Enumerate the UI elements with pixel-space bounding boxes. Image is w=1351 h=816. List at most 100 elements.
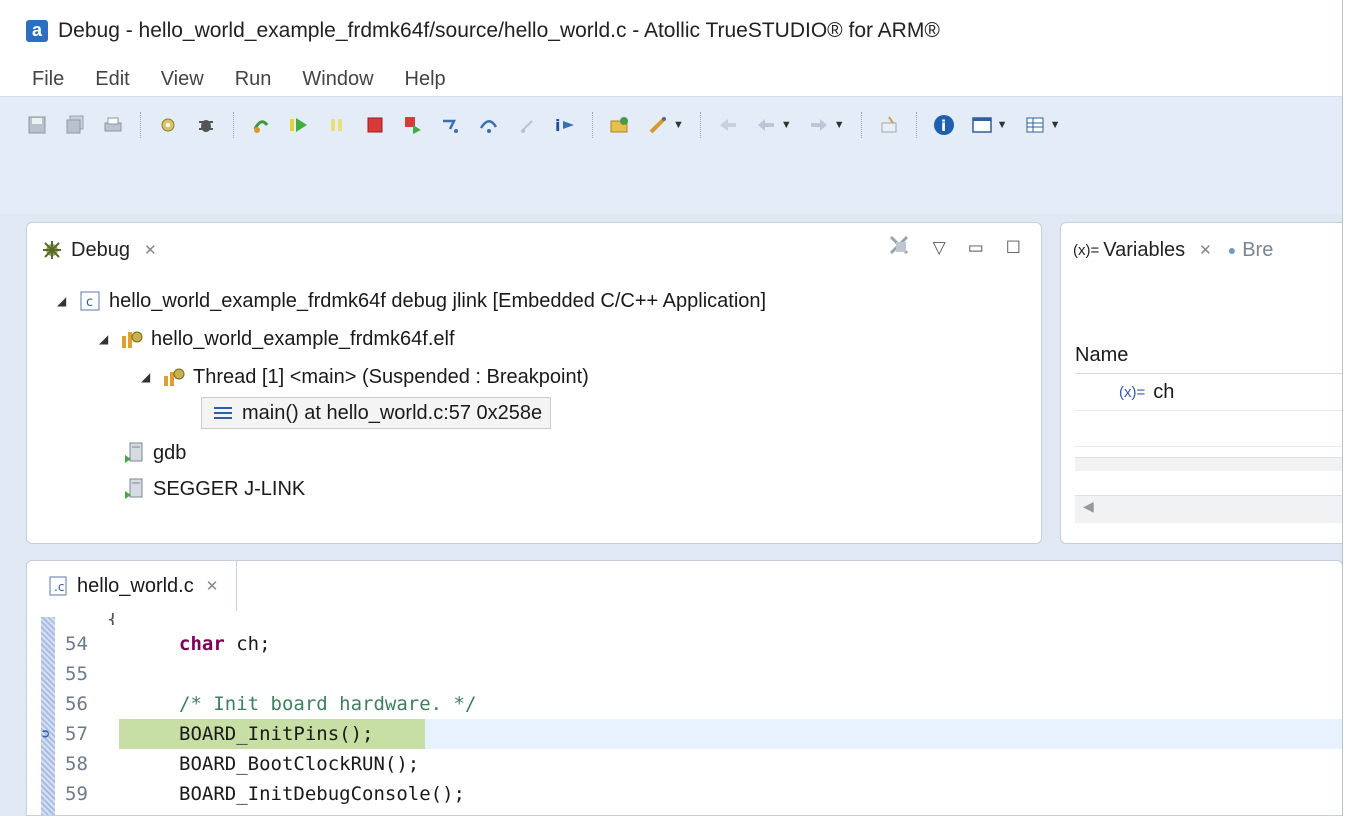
tree-elf[interactable]: ◢ hello_world_example_frdmk64f.elf — [99, 321, 455, 357]
variable-name: ch — [1153, 381, 1175, 403]
tab-variables[interactable]: (x)= Variables ✕ — [1073, 239, 1212, 262]
instruction-pointer-icon: ➲ — [41, 725, 51, 743]
open-project-icon[interactable] — [609, 114, 631, 136]
close-icon[interactable]: ✕ — [206, 577, 219, 595]
gdb-label: gdb — [153, 441, 187, 464]
terminate-icon[interactable] — [364, 114, 386, 136]
save-all-icon[interactable] — [64, 114, 86, 136]
info-icon[interactable]: i — [933, 114, 955, 136]
expand-triangle-icon[interactable]: ◢ — [99, 332, 119, 346]
bug-icon[interactable] — [195, 114, 217, 136]
step-return-icon[interactable] — [516, 114, 538, 136]
chevron-down-icon[interactable]: ▼ — [834, 119, 845, 131]
view-menu-icon[interactable]: ▽ — [933, 238, 946, 258]
jlink-label: SEGGER J-LINK — [153, 477, 306, 500]
save-icon[interactable] — [26, 114, 48, 136]
main-toolbar: i ▼ ▼ ▼ i ▼ ▼ — [0, 96, 1342, 214]
tab-breakpoints-label: Bre — [1242, 238, 1274, 261]
svg-text:c: c — [86, 295, 93, 310]
line-number: 57 — [65, 723, 88, 745]
c-file-icon: .c — [45, 574, 71, 598]
debug-config-icon[interactable] — [157, 114, 179, 136]
close-icon[interactable]: ✕ — [1199, 241, 1212, 259]
tab-hello-world-c[interactable]: .c hello_world.c ✕ — [27, 561, 238, 611]
tab-variables-label: Variables — [1103, 238, 1186, 261]
tree-jlink[interactable]: SEGGER J-LINK — [121, 471, 305, 507]
code-line[interactable]: 56 /* Init board hardware. */ — [27, 689, 1342, 719]
pin-icon[interactable] — [878, 114, 900, 136]
variables-header-name[interactable]: Name — [1075, 338, 1342, 374]
disconnect-icon[interactable] — [402, 114, 424, 136]
step-into-icon[interactable] — [440, 114, 462, 136]
tree-gdb[interactable]: gdb — [121, 435, 186, 471]
code-comment: /* Init board hardware. */ — [179, 693, 477, 715]
c-launch-icon: c — [77, 289, 103, 313]
grid-icon[interactable] — [1024, 114, 1046, 136]
expand-triangle-icon[interactable]: ◢ — [141, 370, 161, 384]
launch-label: hello_world_example_frdmk64f debug jlink… — [109, 289, 767, 312]
code-text: BOARD_BootClockRUN(); — [179, 753, 420, 775]
close-icon[interactable]: ✕ — [144, 241, 157, 259]
minimize-icon[interactable]: ▭ — [968, 238, 984, 258]
atollic-app-icon: a — [26, 20, 48, 42]
code-line-current[interactable]: ➲ 57 BOARD_InitPins(); — [27, 719, 1342, 749]
horizontal-scrollbar[interactable]: ◀ — [1075, 495, 1342, 523]
suspend-icon[interactable] — [326, 114, 348, 136]
tree-thread[interactable]: ◢ Thread [1] <main> (Suspended : Breakpo… — [141, 359, 589, 395]
debug-view-tools: ▽ ▭ ☐ — [865, 233, 1021, 262]
toolbar-separator — [915, 112, 917, 138]
tab-breakpoints[interactable]: ● Bre — [1228, 239, 1274, 262]
toolbar-row: i ▼ ▼ ▼ i ▼ ▼ — [26, 107, 1076, 143]
menu-run[interactable]: Run — [235, 68, 272, 91]
menu-file[interactable]: File — [32, 68, 64, 91]
line-number: 56 — [65, 693, 88, 715]
forward-icon[interactable] — [808, 114, 830, 136]
skip-breakpoints-icon[interactable] — [250, 114, 272, 136]
tree-launch[interactable]: ◢ c hello_world_example_frdmk64f debug j… — [57, 283, 766, 319]
code-keyword: char — [179, 633, 225, 655]
chevron-down-icon[interactable]: ▼ — [1050, 119, 1061, 131]
svg-text:.c: .c — [54, 580, 64, 594]
breakpoints-icon: ● — [1227, 242, 1237, 258]
build-icon[interactable] — [647, 114, 669, 136]
menu-window[interactable]: Window — [302, 68, 373, 91]
frame-label: main() at hello_world.c:57 0x258e — [242, 401, 543, 424]
window-icon[interactable] — [971, 114, 993, 136]
chevron-down-icon[interactable]: ▼ — [997, 119, 1008, 131]
scroll-left-icon[interactable]: ◀ — [1083, 498, 1094, 515]
code-line-partial: { — [107, 613, 119, 625]
toolbar-separator — [140, 112, 141, 138]
tab-debug[interactable]: Debug ✕ — [39, 238, 157, 262]
code-line[interactable]: 59 BOARD_InitDebugConsole(); — [27, 779, 1342, 809]
expand-triangle-icon[interactable]: ◢ — [57, 294, 77, 308]
toolbar-separator — [699, 112, 701, 138]
menu-edit[interactable]: Edit — [95, 68, 129, 91]
maximize-icon[interactable]: ☐ — [1006, 238, 1021, 258]
debug-view: Debug ✕ ▽ ▭ ☐ ◢ c hello_world_example_fr… — [26, 222, 1042, 544]
code-line[interactable]: 55 — [27, 659, 1342, 689]
code-line[interactable]: 58 BOARD_BootClockRUN(); — [27, 749, 1342, 779]
gdb-process-icon — [121, 441, 147, 465]
jlink-process-icon — [121, 477, 147, 501]
chevron-down-icon[interactable]: ▼ — [673, 119, 684, 131]
tree-frame[interactable]: main() at hello_world.c:57 0x258e — [201, 395, 552, 431]
remove-terminated-icon[interactable] — [887, 233, 911, 262]
step-over-icon[interactable] — [478, 114, 500, 136]
svg-text:i: i — [941, 117, 946, 135]
back-icon[interactable] — [717, 114, 739, 136]
instruction-step-icon[interactable]: i — [554, 114, 576, 136]
selected-frame[interactable]: main() at hello_world.c:57 0x258e — [201, 397, 552, 429]
code-line[interactable]: 54 char ch; — [27, 629, 1342, 659]
resume-icon[interactable] — [288, 114, 310, 136]
menu-view[interactable]: View — [161, 68, 204, 91]
title-bar: a Debug - hello_world_example_frdmk64f/s… — [0, 0, 1342, 62]
toolbar-separator — [233, 112, 234, 138]
chevron-down-icon[interactable]: ▼ — [781, 119, 792, 131]
print-icon[interactable] — [102, 114, 124, 136]
thread-icon — [161, 365, 187, 389]
editor-tab-label: hello_world.c — [77, 574, 194, 597]
menu-help[interactable]: Help — [405, 68, 446, 91]
variable-row[interactable]: (x)= ch — [1075, 375, 1342, 411]
elf-label: hello_world_example_frdmk64f.elf — [151, 327, 455, 350]
back-arrow-icon[interactable] — [755, 114, 777, 136]
